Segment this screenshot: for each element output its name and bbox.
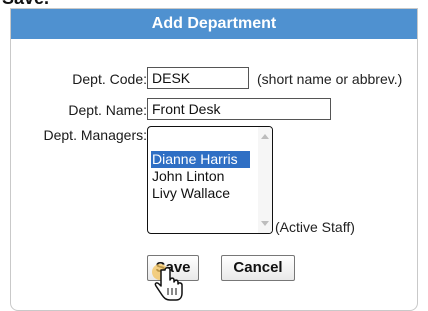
dept-code-input[interactable]: DESK [147, 67, 249, 89]
dept-managers-label: Dept. Managers: [43, 127, 148, 143]
dept-code-hint: (short name or abbrev.) [257, 71, 403, 87]
add-department-dialog: Add Department Dept. Code: DESK (short n… [10, 8, 418, 311]
scroll-up-arrow-icon[interactable] [261, 134, 269, 139]
manager-option-dianne-harris[interactable]: Dianne Harris [151, 151, 250, 168]
manager-option-john-linton[interactable]: John Linton [151, 168, 224, 185]
dialog-title: Add Department [11, 9, 417, 39]
dept-name-label: Dept. Name: [68, 102, 147, 118]
scroll-down-arrow-icon[interactable] [261, 221, 269, 226]
dept-name-input[interactable]: Front Desk [147, 98, 331, 120]
cropped-instruction-text: Save. [0, 0, 428, 8]
hand-pointer-cursor-icon [152, 264, 183, 301]
cropped-instruction-label: Save. [2, 0, 49, 8]
cancel-button[interactable]: Cancel [221, 255, 295, 281]
dept-managers-hint: (Active Staff) [275, 219, 355, 235]
dept-code-label: Dept. Code: [72, 71, 147, 87]
listbox-scrollbar[interactable] [258, 127, 272, 233]
manager-option-livy-wallace[interactable]: Livy Wallace [151, 185, 230, 202]
dept-managers-listbox[interactable]: Dianne Harris John Linton Livy Wallace [147, 126, 273, 234]
